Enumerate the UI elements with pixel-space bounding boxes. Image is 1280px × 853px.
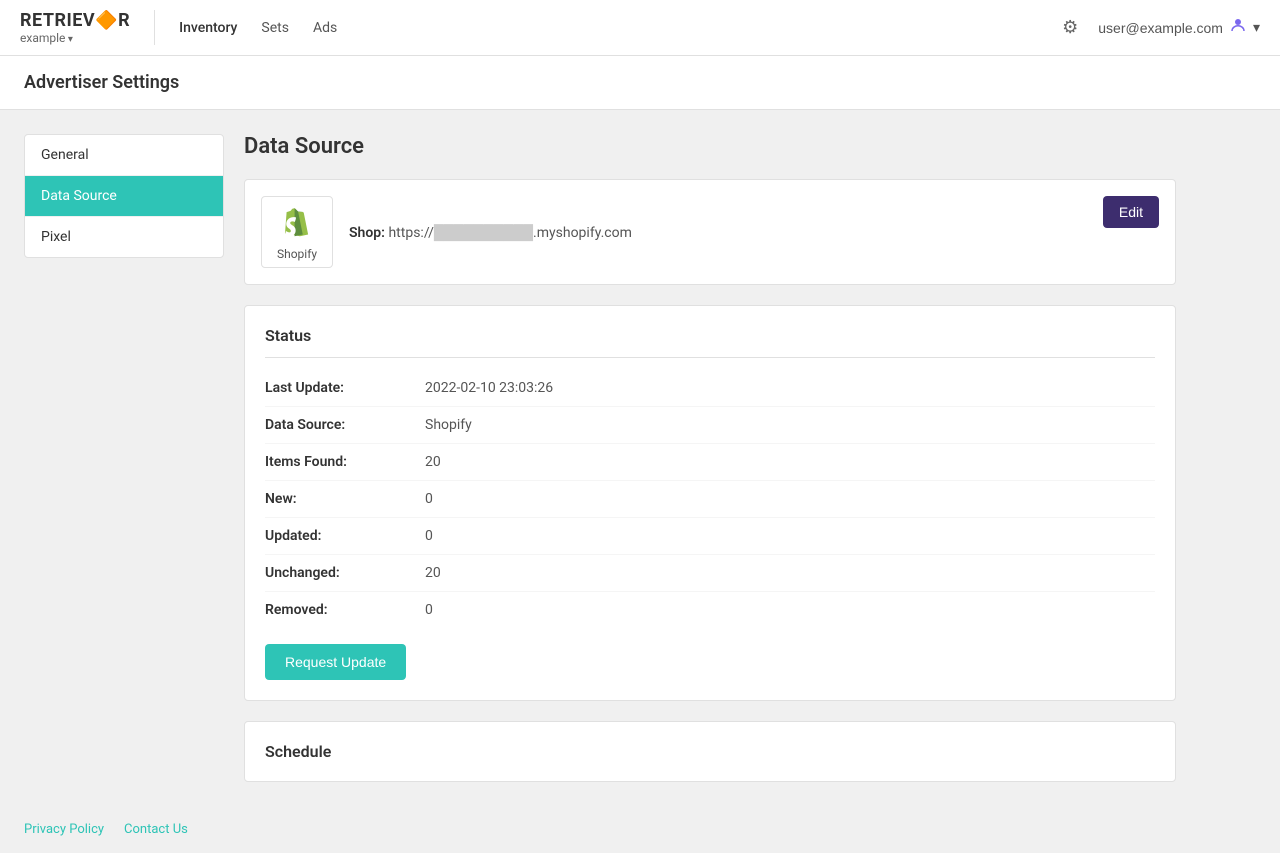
shopify-logo-box: Shopify	[261, 196, 333, 268]
status-value-items-found: 20	[425, 454, 441, 470]
status-value-last-update: 2022-02-10 23:03:26	[425, 380, 553, 396]
status-row-new: New: 0	[265, 481, 1155, 518]
status-label-removed: Removed:	[265, 602, 425, 618]
privacy-policy-link[interactable]: Privacy Policy	[24, 822, 104, 837]
shopify-info: Shop: https://██████████.myshopify.com	[349, 224, 1159, 241]
header: RETRIEV🔶R example Inventory Sets Ads ⚙ u…	[0, 0, 1280, 56]
logo-text-part2: R	[118, 10, 130, 31]
logo-area: RETRIEV🔶R example	[20, 10, 155, 45]
nav-ads[interactable]: Ads	[313, 16, 337, 40]
content-area: Data Source Shopify Shop: https://██████…	[244, 134, 1176, 782]
sidebar-item-datasource[interactable]: Data Source	[25, 176, 223, 217]
status-row-removed: Removed: 0	[265, 592, 1155, 628]
user-icon	[1229, 16, 1247, 39]
logo-accent: 🔶	[95, 10, 118, 31]
gear-icon: ⚙	[1062, 17, 1078, 37]
main-content: General Data Source Pixel Data Source Sh…	[0, 110, 1200, 806]
status-card: Status Last Update: 2022-02-10 23:03:26 …	[244, 305, 1176, 701]
status-row-items-found: Items Found: 20	[265, 444, 1155, 481]
schedule-title: Schedule	[265, 742, 1155, 761]
main-nav: Inventory Sets Ads	[179, 16, 1058, 40]
nav-inventory[interactable]: Inventory	[179, 16, 237, 40]
nav-sets[interactable]: Sets	[261, 16, 289, 40]
request-update-button[interactable]: Request Update	[265, 644, 406, 680]
logo-text-part1: RETRIEV	[20, 10, 95, 31]
user-dropdown-arrow: ▾	[1253, 19, 1260, 36]
status-value-unchanged: 20	[425, 565, 441, 581]
user-menu-button[interactable]: user@example.com ▾	[1098, 16, 1260, 39]
status-label-unchanged: Unchanged:	[265, 565, 425, 581]
header-right: ⚙ user@example.com ▾	[1058, 13, 1260, 42]
status-row-updated: Updated: 0	[265, 518, 1155, 555]
status-label-updated: Updated:	[265, 528, 425, 544]
status-label-new: New:	[265, 491, 425, 507]
datasource-card: Shopify Shop: https://██████████.myshopi…	[244, 179, 1176, 285]
edit-button[interactable]: Edit	[1103, 196, 1159, 228]
logo-subtitle[interactable]: example	[20, 31, 130, 45]
section-title: Data Source	[244, 134, 1176, 159]
sidebar-item-pixel[interactable]: Pixel	[25, 217, 223, 257]
status-title: Status	[265, 326, 1155, 358]
status-value-removed: 0	[425, 602, 433, 618]
shop-url-suffix: .myshopify.com	[533, 225, 632, 241]
status-label-items-found: Items Found:	[265, 454, 425, 470]
logo: RETRIEV🔶R	[20, 10, 130, 31]
status-label-last-update: Last Update:	[265, 380, 425, 396]
shop-url-redacted: ██████████	[434, 225, 533, 241]
shop-label: Shop:	[349, 225, 385, 241]
status-row-last-update: Last Update: 2022-02-10 23:03:26	[265, 370, 1155, 407]
status-label-datasource: Data Source:	[265, 417, 425, 433]
page-title: Advertiser Settings	[24, 72, 1256, 93]
shopify-icon	[277, 203, 317, 243]
page-title-bar: Advertiser Settings	[0, 56, 1280, 110]
status-value-datasource: Shopify	[425, 417, 472, 433]
shop-url: Shop: https://██████████.myshopify.com	[349, 224, 1159, 241]
contact-us-link[interactable]: Contact Us	[124, 822, 188, 837]
user-email: user@example.com	[1098, 20, 1223, 36]
shopify-label: Shopify	[277, 247, 317, 261]
shop-url-prefix: https://	[388, 225, 433, 241]
footer: Privacy Policy Contact Us	[0, 806, 1280, 853]
sidebar: General Data Source Pixel	[24, 134, 224, 258]
status-value-new: 0	[425, 491, 433, 507]
status-value-updated: 0	[425, 528, 433, 544]
sidebar-item-general[interactable]: General	[25, 135, 223, 176]
schedule-card: Schedule	[244, 721, 1176, 782]
status-row-unchanged: Unchanged: 20	[265, 555, 1155, 592]
status-row-datasource: Data Source: Shopify	[265, 407, 1155, 444]
settings-button[interactable]: ⚙	[1058, 13, 1082, 42]
